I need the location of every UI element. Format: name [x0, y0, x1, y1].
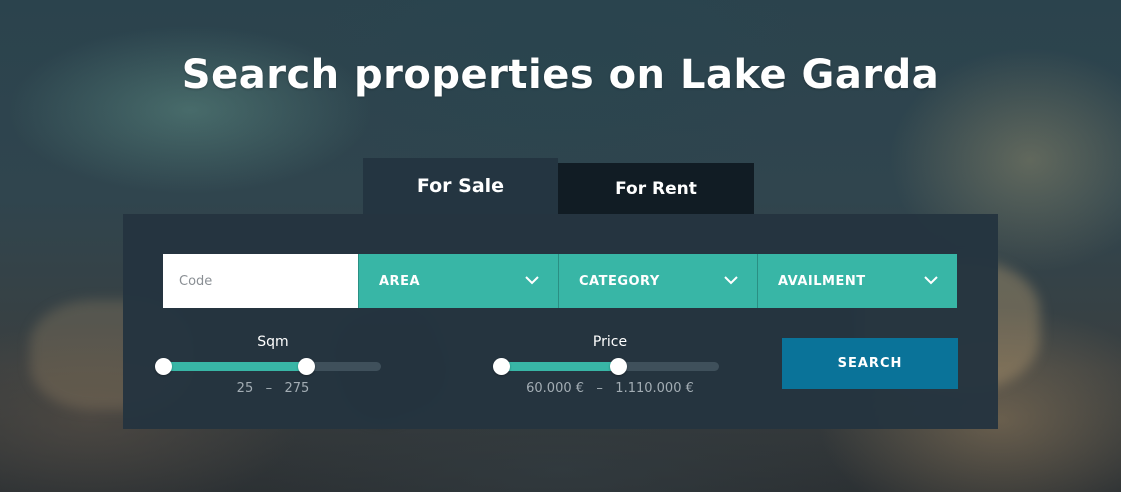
chevron-down-icon	[525, 276, 539, 285]
tab-for-rent[interactable]: For Rent	[558, 163, 754, 214]
price-slider-fill	[501, 362, 619, 371]
category-dropdown[interactable]: CATEGORY	[558, 254, 757, 308]
availment-dropdown-label: AVAILMENT	[778, 274, 866, 289]
area-dropdown-label: AREA	[379, 274, 421, 289]
category-dropdown-label: CATEGORY	[579, 274, 660, 289]
code-input[interactable]	[163, 254, 358, 308]
search-button[interactable]: SEARCH	[782, 338, 958, 389]
sqm-range-value: 25 – 275	[236, 381, 310, 396]
availment-dropdown[interactable]: AVAILMENT	[757, 254, 957, 308]
sqm-label: Sqm	[257, 334, 289, 350]
sqm-slider-fill	[163, 362, 307, 371]
area-dropdown[interactable]: AREA	[358, 254, 558, 308]
price-min-handle[interactable]	[493, 358, 510, 375]
page-title: Search properties on Lake Garda	[181, 52, 940, 98]
price-range-value: 60.000 € – 1.110.000 €	[526, 381, 694, 396]
tab-for-sale[interactable]: For Sale	[363, 158, 558, 214]
chevron-down-icon	[924, 276, 938, 285]
price-max-handle[interactable]	[610, 358, 627, 375]
sqm-max-handle[interactable]	[298, 358, 315, 375]
chevron-down-icon	[724, 276, 738, 285]
sqm-min-handle[interactable]	[155, 358, 172, 375]
price-label: Price	[592, 334, 628, 350]
search-panel: AREA CATEGORY AVAILMENT Sqm 25 – 275 Pri…	[123, 214, 998, 429]
